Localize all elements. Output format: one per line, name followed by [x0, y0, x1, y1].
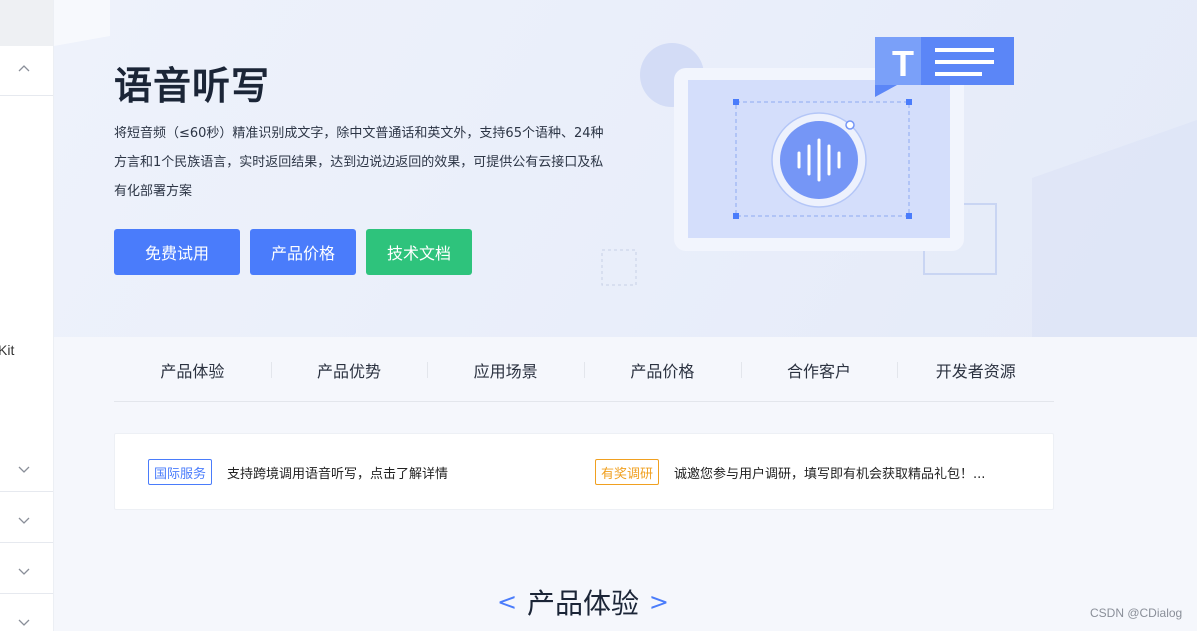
survey-badge: 有奖调研	[595, 459, 660, 485]
tab-product-price[interactable]: 产品价格	[584, 338, 741, 401]
intl-service-link[interactable]: 支持跨境调用语音听写，点击了解详情	[227, 463, 448, 482]
sidebar-section-expanded[interactable]	[0, 46, 53, 96]
chevron-down-icon[interactable]	[17, 462, 31, 476]
tab-developer-resources[interactable]: 开发者资源	[897, 338, 1054, 401]
section-header: < 产品体验 >	[497, 580, 669, 624]
notice-bar: 国际服务 支持跨境调用语音听写，点击了解详情 有奖调研 诚邀您参与用户调研，填写…	[114, 433, 1054, 510]
chevron-down-icon[interactable]	[17, 564, 31, 578]
chevron-down-icon[interactable]	[17, 615, 31, 629]
watermark: CSDN @CDialog	[1090, 606, 1183, 620]
tab-application-scenarios[interactable]: 应用场景	[427, 338, 584, 401]
sidebar-section[interactable]	[0, 442, 53, 492]
sidebar-section[interactable]	[0, 544, 53, 594]
intl-service-badge: 国际服务	[148, 459, 213, 485]
section-next-arrow[interactable]: >	[649, 588, 669, 616]
tab-product-experience[interactable]: 产品体验	[114, 338, 271, 401]
sidebar-section[interactable]	[0, 493, 53, 543]
chevron-up-icon[interactable]	[17, 62, 31, 76]
product-nav-tabs: 产品体验 产品优势 应用场景 产品价格 合作客户 开发者资源	[114, 338, 1054, 402]
survey-link[interactable]: 诚邀您参与用户调研，填写即有机会获取精品礼包！...	[674, 463, 985, 482]
tab-product-advantages[interactable]: 产品优势	[270, 338, 428, 401]
sidebar: Kit	[0, 0, 54, 631]
chevron-down-icon[interactable]	[17, 513, 31, 527]
section-title: 产品体验	[526, 587, 639, 620]
sidebar-top-item[interactable]	[0, 0, 53, 46]
section-prev-arrow[interactable]: <	[497, 588, 517, 616]
hero-banner: 语音听写 将短音频（≤60秒）精准识别成文字，除中文普通话和英文外，支持65个语…	[54, 0, 1197, 337]
speech-recognition-illustration: T	[640, 37, 1014, 251]
sidebar-item-kit[interactable]: Kit	[0, 342, 14, 358]
svg-text:T: T	[892, 43, 914, 84]
tab-partner-customers[interactable]: 合作客户	[740, 338, 898, 401]
sidebar-section[interactable]	[0, 595, 53, 631]
